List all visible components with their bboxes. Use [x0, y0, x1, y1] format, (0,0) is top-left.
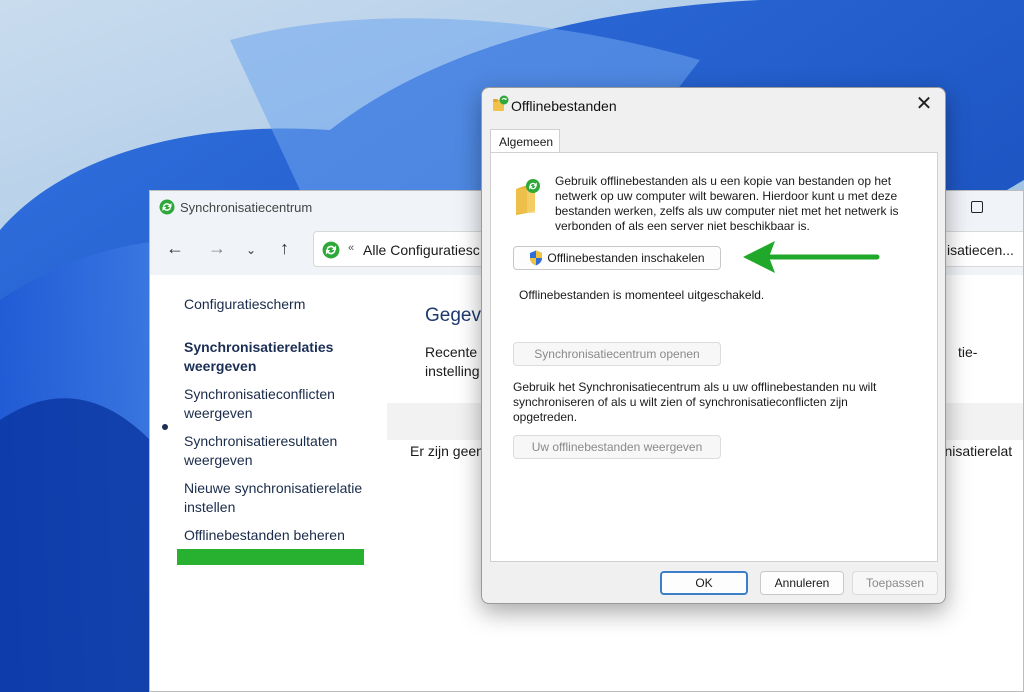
enable-button-label: Offlinebestanden inschakelen: [547, 251, 705, 265]
empty-message: Er zijn geen: [410, 443, 484, 459]
sidebar-item-control-panel[interactable]: Configuratiescherm: [184, 295, 374, 314]
enable-offline-files-button[interactable]: Offlinebestanden inschakelen: [513, 246, 721, 270]
page-title: Gegev: [425, 305, 481, 326]
tab-general[interactable]: Algemeen: [490, 129, 560, 153]
status-text: Offlinebestanden is momenteel uitgeschak…: [519, 288, 765, 302]
tab-panel-general: Gebruik offlinebestanden als u een kopie…: [490, 152, 938, 562]
sidebar-item-view-results[interactable]: Synchronisatieresultaten weergeven: [184, 432, 374, 470]
sync-description: Gebruik het Synchronisatiecentrum als u …: [513, 380, 877, 424]
forward-button[interactable]: →: [208, 239, 226, 257]
sync-icon: [159, 199, 175, 218]
shield-icon: [529, 250, 543, 266]
sidebar-item-new-relation[interactable]: Nieuwe synchronisatierelatie instellen: [184, 479, 374, 517]
back-button[interactable]: ←: [166, 239, 184, 257]
folder-sync-icon: [492, 95, 510, 116]
up-button[interactable]: ↑: [280, 239, 289, 257]
search-input[interactable]: isatiecen...: [938, 231, 1023, 267]
sidebar-item-view-relations[interactable]: Synchronisatierelaties weergeven: [184, 338, 374, 376]
maximize-icon[interactable]: [971, 201, 983, 213]
arrow-icon: [743, 241, 880, 273]
breadcrumb-separator: «: [348, 242, 355, 254]
offline-files-dialog: Offlinebestanden ✕ Algemeen Gebruik offl…: [481, 87, 946, 604]
window-title: Synchronisatiecentrum: [180, 200, 313, 215]
view-offline-files-button[interactable]: Uw offlinebestanden weergeven: [513, 435, 721, 459]
open-sync-center-button[interactable]: Synchronisatiecentrum openen: [513, 342, 721, 366]
apply-button[interactable]: Toepassen: [852, 571, 938, 595]
intro-text: Gebruik offlinebestanden als u een kopie…: [555, 174, 899, 233]
sync-icon: [322, 241, 340, 262]
sidebar: Configuratiescherm Synchronisatierelatie…: [150, 275, 386, 691]
page-description-tail: tie-: [958, 344, 978, 360]
ok-button[interactable]: OK: [660, 571, 748, 595]
highlight-underline: [177, 549, 364, 565]
recent-locations-button[interactable]: ⌄: [246, 241, 256, 259]
cancel-button[interactable]: Annuleren: [760, 571, 844, 595]
dialog-title: Offlinebestanden: [511, 98, 617, 114]
sidebar-item-view-conflicts[interactable]: Synchronisatieconflicten weergeven: [184, 385, 374, 423]
search-placeholder: isatiecen...: [947, 242, 1014, 258]
sidebar-item-manage-offline-files[interactable]: Offlinebestanden beheren: [184, 526, 374, 545]
close-icon[interactable]: ✕: [913, 94, 935, 116]
breadcrumb[interactable]: Alle Configuratiesc: [363, 242, 480, 258]
folder-sync-icon: [513, 177, 543, 220]
active-bullet: [162, 424, 168, 430]
